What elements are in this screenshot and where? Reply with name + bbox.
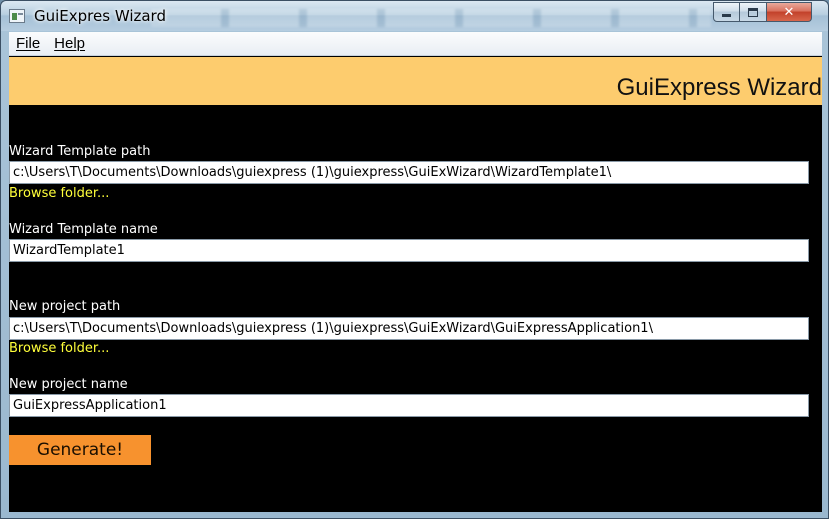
app-window: GuiExpres Wizard ✕ File Help GuiExpress … — [0, 0, 829, 519]
window-title: GuiExpres Wizard — [34, 7, 166, 25]
maximize-button[interactable] — [740, 2, 767, 22]
title-bar-background-glass — [151, 9, 711, 27]
close-button[interactable]: ✕ — [767, 2, 812, 22]
template-name-input[interactable]: WizardTemplate1 — [9, 239, 809, 262]
project-path-input[interactable]: c:\Users\T\Documents\Downloads\guiexpres… — [9, 317, 809, 340]
close-icon: ✕ — [783, 4, 795, 20]
menu-help[interactable]: Help — [47, 32, 92, 56]
template-path-input[interactable]: c:\Users\T\Documents\Downloads\guiexpres… — [9, 161, 809, 184]
header-banner: GuiExpress Wizard — [9, 57, 822, 105]
title-bar[interactable]: GuiExpres Wizard ✕ — [1, 1, 828, 31]
project-name-label: New project name — [9, 377, 128, 392]
maximize-icon — [748, 7, 758, 17]
project-name-input[interactable]: GuiExpressApplication1 — [9, 394, 809, 417]
generate-button[interactable]: Generate! — [9, 435, 151, 465]
template-path-label: Wizard Template path — [9, 144, 151, 159]
template-name-label: Wizard Template name — [9, 222, 158, 237]
project-path-label: New project path — [9, 299, 121, 314]
project-browse-link[interactable]: Browse folder... — [9, 341, 109, 356]
window-app-icon[interactable] — [9, 9, 25, 23]
template-browse-link[interactable]: Browse folder... — [9, 186, 109, 201]
banner-title: GuiExpress Wizard — [616, 74, 822, 101]
menu-bar: File Help — [9, 32, 822, 56]
minimize-icon — [722, 13, 731, 17]
minimize-button[interactable] — [713, 2, 740, 22]
menu-file[interactable]: File — [9, 32, 47, 56]
client-area: File Help GuiExpress Wizard Wizard Templ… — [9, 32, 822, 512]
